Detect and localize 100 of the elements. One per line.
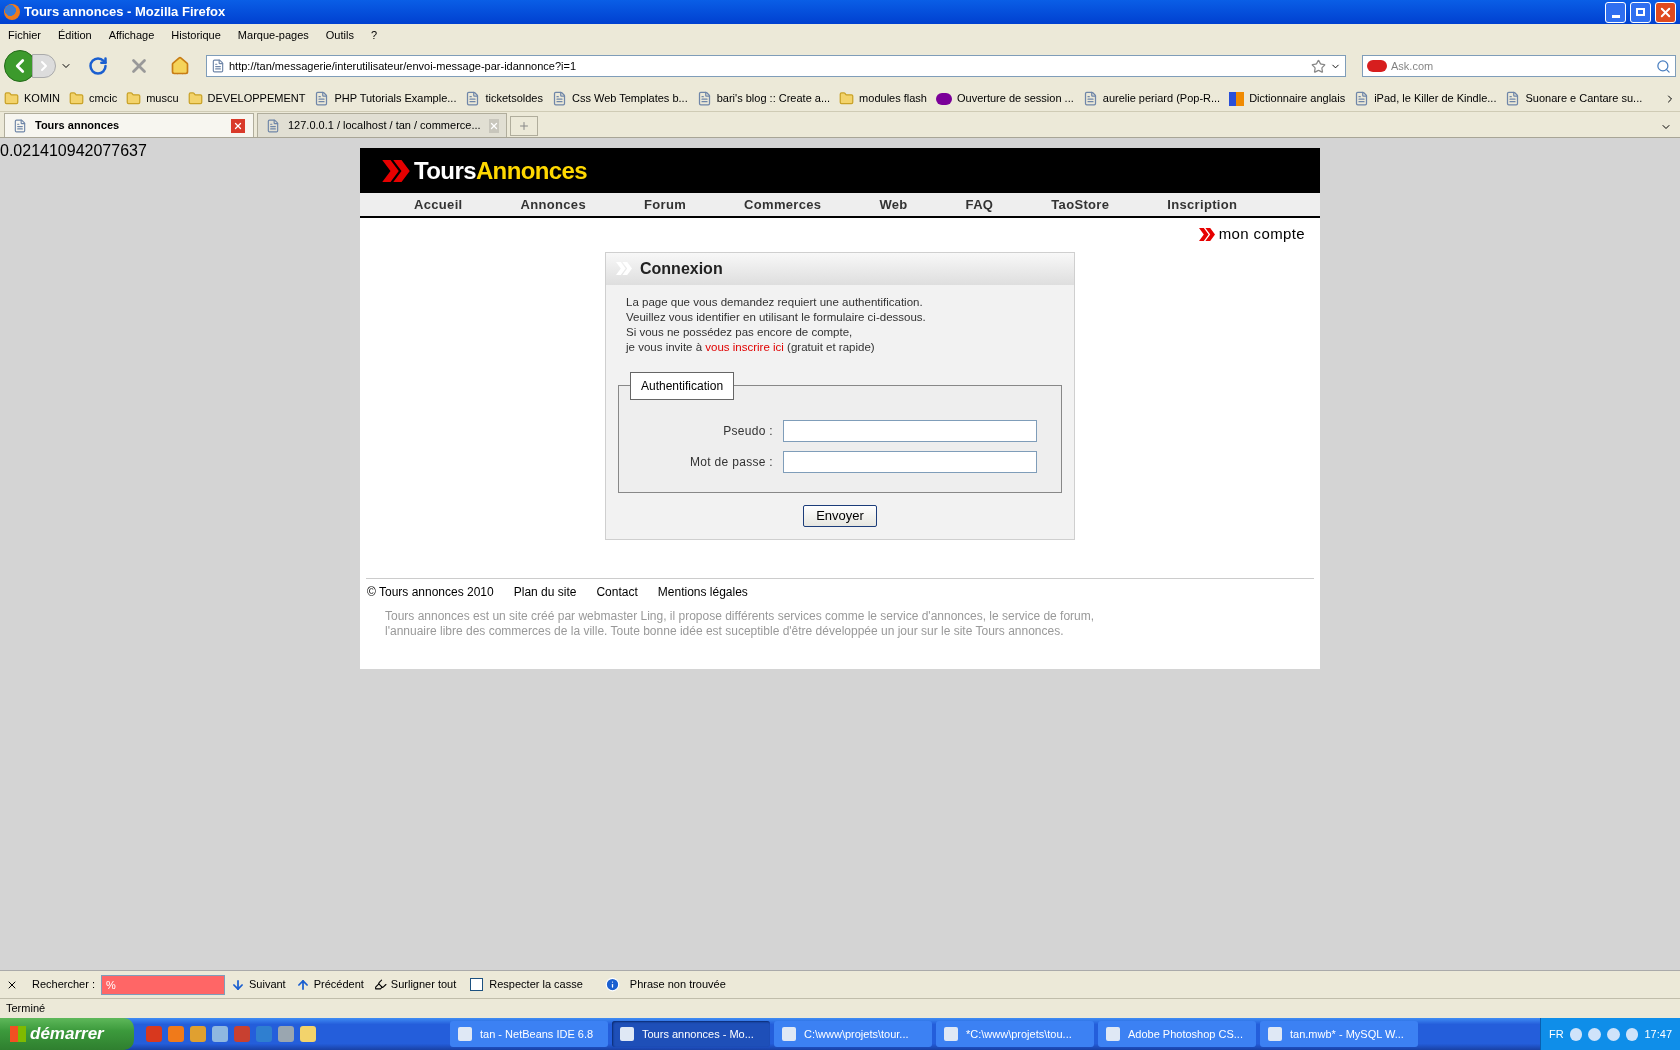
- page-icon: [465, 91, 481, 106]
- nav-link[interactable]: FAQ: [965, 194, 994, 215]
- account-link[interactable]: mon compte: [1218, 223, 1305, 246]
- tray-icon[interactable]: [1569, 1027, 1583, 1041]
- nav-link[interactable]: Web: [879, 194, 908, 215]
- restore-icon: [1636, 8, 1645, 16]
- search-icon[interactable]: [1656, 58, 1671, 74]
- nav-link[interactable]: Forum: [644, 194, 687, 215]
- minimize-button[interactable]: [1605, 1, 1626, 23]
- new-tab-icon[interactable]: [518, 120, 530, 132]
- close-button[interactable]: [1655, 1, 1676, 23]
- menu-item[interactable]: Affichage: [108, 26, 155, 44]
- folder-icon: [69, 91, 85, 106]
- site-logo[interactable]: ToursAnnonces: [414, 152, 588, 189]
- bookmark-item[interactable]: bari's blog :: Create a...: [716, 90, 831, 107]
- tray-icon[interactable]: [1625, 1027, 1639, 1041]
- quick-launch-icon[interactable]: [146, 1026, 162, 1042]
- close-icon: [233, 120, 243, 131]
- footer-link[interactable]: Contact: [596, 582, 638, 601]
- app-icon: [458, 1027, 472, 1041]
- quick-launch-icon[interactable]: [278, 1026, 294, 1042]
- quick-launch-icon[interactable]: [300, 1026, 316, 1042]
- quick-launch-icon[interactable]: [168, 1026, 184, 1042]
- bookmark-item[interactable]: ticketsoldes: [485, 90, 543, 107]
- checkbox-label[interactable]: Respecter la casse: [489, 976, 583, 993]
- menu-item[interactable]: Historique: [171, 26, 221, 44]
- text-field[interactable]: [783, 450, 1037, 473]
- page-icon: [551, 91, 567, 106]
- page-icon: [211, 59, 225, 73]
- register-link[interactable]: vous inscrire ici: [705, 340, 784, 353]
- bookmark-item[interactable]: cmcic: [89, 90, 118, 107]
- close-tab-icon[interactable]: [231, 118, 245, 133]
- tray-icon[interactable]: [1588, 1027, 1602, 1041]
- bookmark-item[interactable]: Suonare e Cantare su...: [1525, 90, 1643, 107]
- bookmark-item[interactable]: Ouverture de session ...: [957, 90, 1074, 107]
- home-icon[interactable]: [170, 56, 190, 76]
- taskbar-label: C:\www\projets\tour...: [804, 1026, 909, 1042]
- close-icon: [488, 120, 499, 131]
- browser-tab[interactable]: 127.0.0.1 / localhost / tan / commerce...: [257, 113, 507, 137]
- bookmark-item[interactable]: modules flash: [859, 90, 927, 107]
- page-icon: [13, 118, 27, 133]
- menu-item[interactable]: Marque-pages: [237, 26, 309, 44]
- taskbar-button[interactable]: *C:\www\projets\tou...: [936, 1021, 1094, 1047]
- star-icon[interactable]: [1311, 58, 1326, 74]
- taskbar-button[interactable]: Tours annonces - Mo...: [612, 1021, 770, 1047]
- nav-link[interactable]: Commerces: [744, 194, 822, 215]
- bookmark-item[interactable]: Css Web Templates b...: [571, 90, 688, 107]
- folder-icon: [187, 91, 203, 106]
- menu-item[interactable]: Édition: [58, 26, 92, 44]
- app-icon: [782, 1027, 796, 1041]
- info-icon: [604, 977, 620, 992]
- footer-link[interactable]: Mentions légales: [657, 582, 748, 601]
- quick-launch-icon[interactable]: [190, 1026, 206, 1042]
- highlight-button[interactable]: Surligner tout: [373, 976, 457, 993]
- highlighter-icon: [373, 978, 387, 991]
- taskbar-button[interactable]: Adobe Photoshop CS...: [1098, 1021, 1256, 1047]
- chevrons-icon: [616, 262, 632, 275]
- previous-button[interactable]: Précédent: [295, 976, 364, 993]
- address-bar[interactable]: http://tan/messagerie/interutilisateur/envoi-message-par-idannonce?i=1: [206, 55, 1346, 77]
- bookmark-item[interactable]: muscu: [146, 90, 179, 107]
- text-field[interactable]: [783, 419, 1037, 442]
- reload-icon[interactable]: [88, 56, 108, 76]
- nav-link[interactable]: Accueil: [414, 194, 463, 215]
- browser-tab[interactable]: Tours annonces: [4, 113, 254, 137]
- search-box[interactable]: Ask.com: [1362, 55, 1676, 77]
- footer-link[interactable]: Plan du site: [513, 582, 577, 601]
- bookmark-item[interactable]: iPad, le Killer de Kindle...: [1374, 90, 1497, 107]
- bookmark-item[interactable]: DEVELOPPEMENT: [207, 90, 306, 107]
- bookmark-item[interactable]: Dictionnaire anglais: [1249, 90, 1346, 107]
- next-button[interactable]: Suivant: [231, 976, 286, 993]
- menu-item[interactable]: Fichier: [8, 26, 41, 44]
- fieldset-legend: Authentification: [630, 371, 735, 400]
- taskbar-label: tan.mwb* - MySQL W...: [1290, 1026, 1404, 1042]
- quick-launch-icon[interactable]: [212, 1026, 228, 1042]
- bookmark-item[interactable]: PHP Tutorials Example...: [334, 90, 457, 107]
- nav-link[interactable]: TaoStore: [1051, 194, 1110, 215]
- folder-icon: [839, 91, 855, 106]
- nav-link[interactable]: Inscription: [1167, 194, 1238, 215]
- intro-text: La page que vous demandez requiert une authentification. Veuillez vous identifier en utilisant le formulaire ci-dessous. Si vous ne possédez pas encore de compte, je vous invite à vous inscrire ici (gratuit et rapide): [626, 294, 927, 355]
- bookmark-item[interactable]: KOMIN: [24, 90, 61, 107]
- checkbox[interactable]: [470, 978, 484, 991]
- tab-label: Tours annonces: [35, 118, 121, 134]
- menu-item[interactable]: ?: [370, 26, 378, 44]
- menu-item[interactable]: Outils: [325, 26, 354, 44]
- bookmark-item[interactable]: aurelie periard (Pop-R...: [1102, 90, 1221, 107]
- tray-icon[interactable]: [1607, 1027, 1620, 1041]
- taskbar-label: Adobe Photoshop CS...: [1128, 1026, 1243, 1042]
- nav-link[interactable]: Annonces: [520, 194, 586, 215]
- address-text: http://tan/messagerie/interutilisateur/envoi-message-par-idannonce?i=1: [229, 58, 577, 74]
- search-field[interactable]: Ask.com: [1391, 57, 1652, 75]
- taskbar-button[interactable]: C:\www\projets\tour...: [774, 1021, 932, 1047]
- submit-button[interactable]: Envoyer: [803, 504, 877, 527]
- tab-label: 127.0.0.1 / localhost / tan / commerce...: [288, 118, 481, 134]
- panel-title: Connexion: [640, 258, 723, 279]
- start-button[interactable]: démarrer: [0, 1018, 134, 1050]
- chevrons-icon: [1198, 227, 1215, 241]
- restore-button[interactable]: [1630, 1, 1651, 23]
- taskbar-button[interactable]: tan - NetBeans IDE 6.8: [450, 1021, 608, 1047]
- taskbar-button[interactable]: tan.mwb* - MySQL W...: [1260, 1021, 1418, 1047]
- page-icon: [1082, 91, 1098, 106]
